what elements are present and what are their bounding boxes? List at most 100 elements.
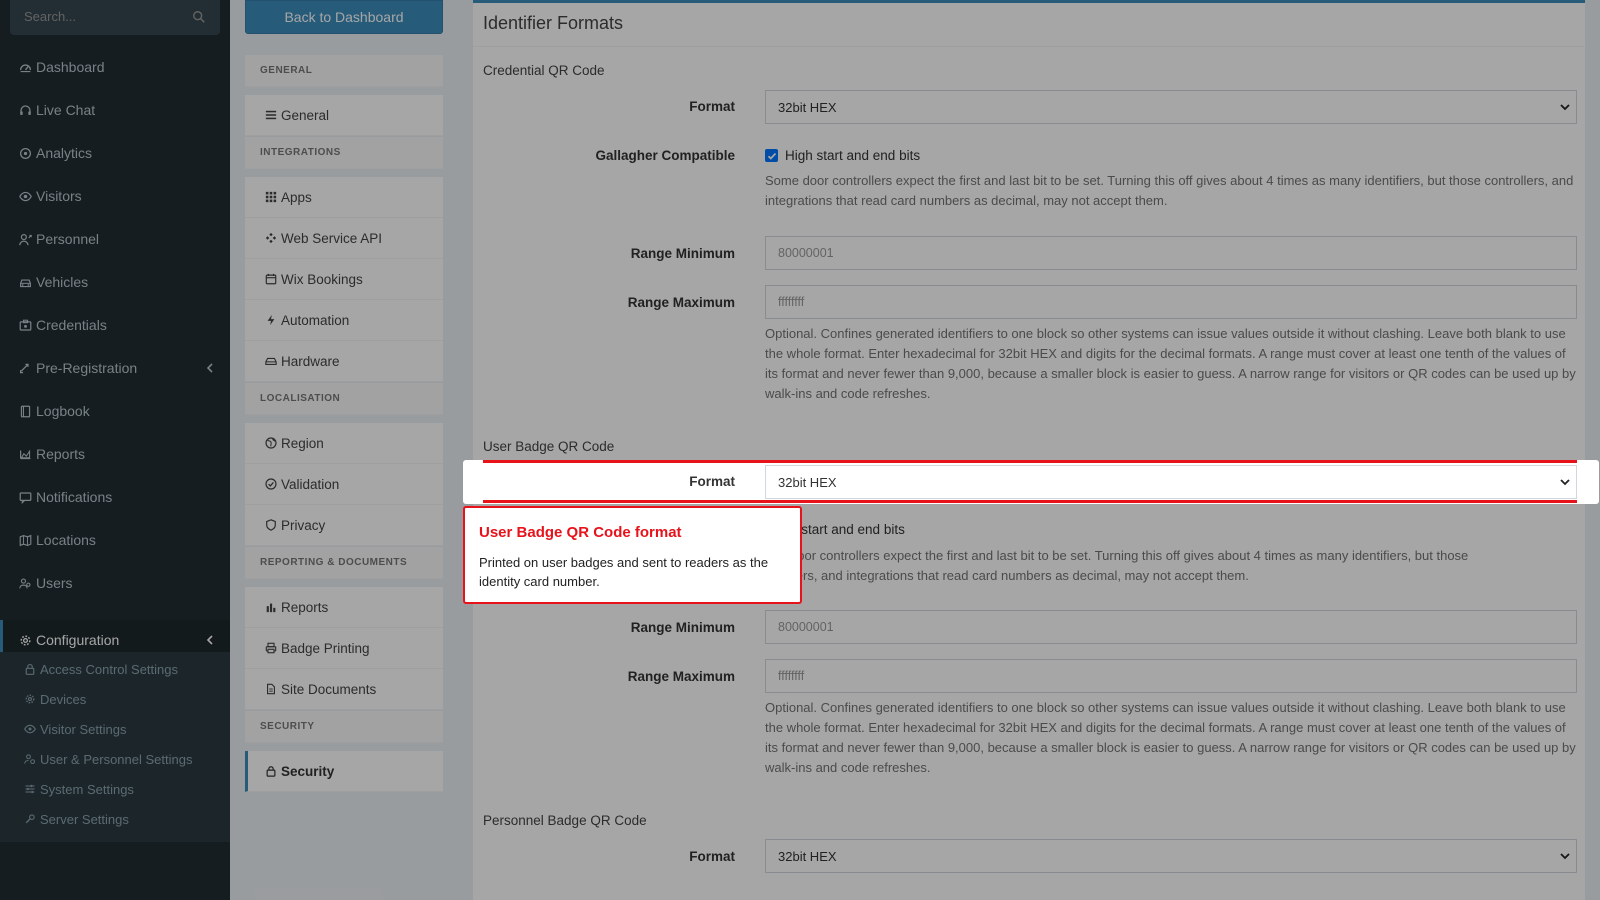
nav-vehicles[interactable]: Vehicles [0,262,230,302]
settings-item-security[interactable]: Security [245,751,443,792]
search-input[interactable] [24,9,184,24]
check-circle-icon [264,477,278,491]
settings-item-wix-bookings[interactable]: Wix Bookings [245,259,443,300]
nav-label: Vehicles [36,274,89,290]
nav-reports[interactable]: Reports [0,434,230,474]
settings-item-site-documents[interactable]: Site Documents [245,669,443,710]
server-cog-icon [22,812,37,827]
settings-item-label: Wix Bookings [281,271,363,287]
submenu-server-settings[interactable]: Server Settings [0,804,230,834]
settings-item-label: Badge Printing [281,640,370,656]
checkbox-label: High start and end bits [785,148,921,163]
settings-item-badge-printing[interactable]: Badge Printing [245,628,443,669]
format-label: Format [689,99,735,114]
settings-item-hardware[interactable]: Hardware [245,341,443,382]
nav-users[interactable]: Users [0,563,230,603]
settings-item-label: General [281,107,330,123]
lock-icon [22,662,37,677]
submenu-user-personnel-settings[interactable]: User & Personnel Settings [0,744,230,774]
nav-personnel[interactable]: Personnel [0,219,230,259]
submenu-access-control-settings[interactable]: Access Control Settings [0,654,230,684]
settings-item-web-service-api[interactable]: Web Service API [245,218,443,259]
gallagher-compatible-label: Gallagher Compatible [595,148,735,163]
book-icon [18,404,33,419]
settings-item-privacy[interactable]: Privacy [245,505,443,546]
nav-label: Reports [36,446,86,462]
network-icon [264,231,278,245]
back-to-dashboard-button[interactable]: Back to Dashboard [245,0,443,34]
submenu-devices[interactable]: Devices [0,684,230,714]
submenu-system-settings[interactable]: System Settings [0,774,230,804]
settings-item-region[interactable]: Region [245,423,443,464]
settings-item-label: Hardware [281,353,340,369]
nav-analytics[interactable]: Analytics [0,133,230,173]
nav-live-chat[interactable]: Live Chat [0,90,230,130]
users-icon [18,576,33,591]
settings-item-automation[interactable]: Automation [245,300,443,341]
range-help-text: Optional. Confines generated identifiers… [765,326,1576,401]
user-badge-checkbox-label: h start and end bits [790,522,905,537]
submenu-label: Server Settings [40,811,129,827]
bolt-icon [264,313,278,327]
nav-label: Notifications [36,489,113,505]
dashboard-icon [18,60,33,75]
exchange-icon [18,361,33,376]
nav-logbook[interactable]: Logbook [0,391,230,431]
nav-label: Visitors [36,188,82,204]
settings-item-label: Privacy [281,517,326,533]
range-minimum-label: Range Minimum [630,246,735,261]
tooltip-title: User Badge QR Code format [479,524,682,541]
nav-notifications[interactable]: Notifications [0,477,230,517]
settings-item-validation[interactable]: Validation [245,464,443,505]
sidebar-search [10,0,220,35]
lock-icon [264,764,278,778]
list-icon [264,108,278,122]
configuration-submenu: Access Control Settings Devices Visitor … [0,652,230,842]
range-maximum-input[interactable]: ffffffff [765,285,1577,319]
personnel-badge-qr-format-select[interactable]: 32bit HEX [765,839,1577,873]
section-header-general: GENERAL [245,55,443,87]
group-title-user-badge-qr: User Badge QR Code [483,439,615,454]
credential-qr-format-select[interactable]: 32bit HEX [765,90,1577,124]
checkbox-checked[interactable] [765,149,778,162]
tour-tooltip: User Badge QR Code format Printed on use… [463,506,802,604]
submenu-visitor-settings[interactable]: Visitor Settings [0,714,230,744]
user-badge-range-minimum-input[interactable]: 80000001 [765,610,1577,644]
chevron-down-icon [1560,479,1570,486]
section-header-localisation: LOCALISATION [245,383,443,415]
settings-item-reports[interactable]: Reports [245,587,443,628]
search-icon[interactable] [192,10,206,24]
format-label: Format [689,849,735,864]
page-title: Identifier Formats [483,13,624,33]
settings-item-label: Web Service API [281,230,383,246]
submenu-label: User & Personnel Settings [40,751,193,767]
chevron-down-icon [1560,853,1570,860]
eye-icon [18,189,33,204]
nav-label: Analytics [36,145,93,161]
user-tie-icon [18,232,33,247]
settings-item-label: Region [281,435,324,451]
nav-label: Pre-Registration [36,360,138,376]
nav-visitors[interactable]: Visitors [0,176,230,216]
calendar-icon [264,272,278,286]
nav-label: Credentials [36,317,107,333]
title-divider [473,46,1585,47]
range-minimum-input[interactable]: 80000001 [765,236,1577,270]
comment-icon [18,490,33,505]
user-badge-range-maximum-input[interactable]: ffffffff [765,659,1577,693]
section-header-reporting-documents: REPORTING & DOCUMENTS [245,547,443,579]
group-title-personnel-badge-qr: Personnel Badge QR Code [483,813,647,828]
settings-item-label: Site Documents [281,681,377,697]
nav-pre-registration[interactable]: Pre-Registration [0,348,230,388]
nav-dashboard[interactable]: Dashboard [0,47,230,87]
gallagher-checkbox-row[interactable]: High start and end bits [765,148,920,163]
nav-credentials[interactable]: Credentials [0,305,230,345]
nav-label: Live Chat [36,102,96,118]
settings-item-apps[interactable]: Apps [245,177,443,218]
nav-locations[interactable]: Locations [0,520,230,560]
user-badge-qr-format-select[interactable]: 32bit HEX [765,465,1577,499]
highlight-top-border [483,460,1577,463]
settings-item-general[interactable]: General [245,95,443,136]
settings-item-label: Validation [281,476,340,492]
main-sidebar: Dashboard Live Chat Analytics Visitors P… [0,0,230,900]
